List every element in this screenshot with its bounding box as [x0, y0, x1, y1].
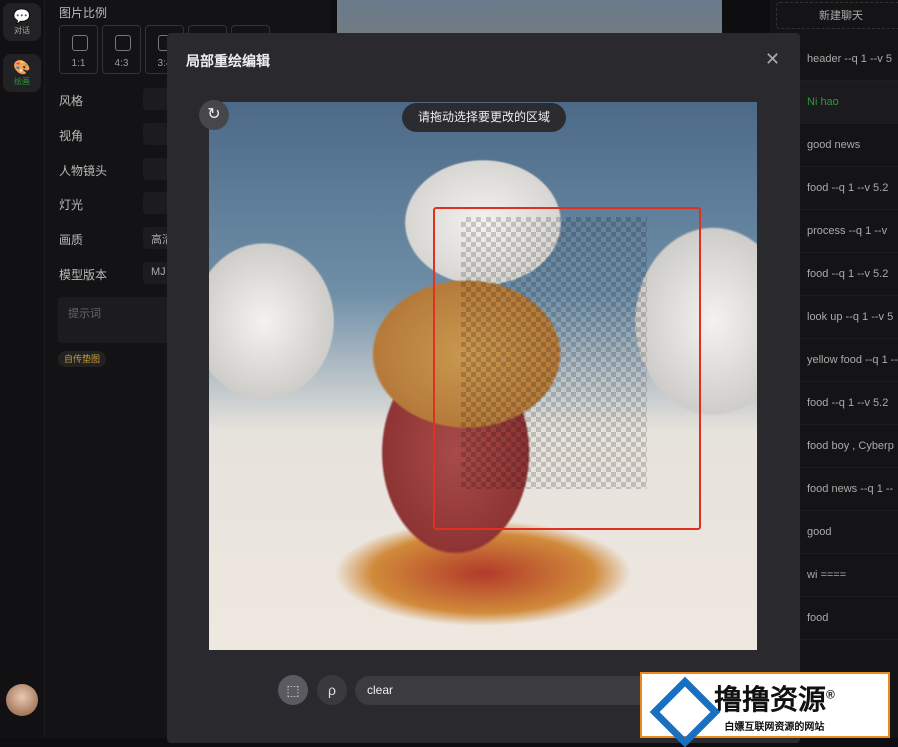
history-item[interactable]: good	[800, 511, 898, 554]
history-item[interactable]: wi ====	[800, 554, 898, 597]
history-item[interactable]: food news --q 1 --	[800, 468, 898, 511]
chat-nav[interactable]: 💬 对话	[3, 3, 41, 41]
history-item[interactable]: process --q 1 --v	[800, 210, 898, 253]
upload-label: 自传垫图	[64, 354, 101, 364]
upload-button[interactable]: 自传垫图	[58, 351, 107, 367]
ratio-label: 图片比例	[59, 6, 108, 20]
prompt-field[interactable]: clear	[355, 676, 655, 705]
chat-bubble-icon: 💬	[13, 8, 31, 24]
selection-rectangle[interactable]	[433, 207, 701, 530]
angle-label: 视角	[59, 129, 84, 143]
hint-pill: 请拖动选择要更改的区域	[402, 103, 566, 132]
history-item[interactable]: food --q 1 --v 5.2	[800, 382, 898, 425]
history-item[interactable]: food	[800, 597, 898, 640]
history-item[interactable]: header --q 1 --v 5	[800, 38, 898, 81]
model-label: 模型版本	[59, 268, 108, 282]
history-item[interactable]: good news	[800, 124, 898, 167]
history-item[interactable]: food boy , Cyberp	[800, 425, 898, 468]
rect-select-icon[interactable]: ⬚	[278, 675, 308, 705]
inpaint-modal: 局部重绘编辑 ✕ ↻ 请拖动选择要更改的区域 ⬚ ρ clear	[167, 33, 800, 743]
modal-title: 局部重绘编辑	[186, 53, 270, 69]
ratio-option[interactable]: 1:1	[59, 25, 98, 74]
lasso-icon[interactable]: ρ	[317, 675, 347, 705]
history-item[interactable]: Ni hao	[800, 81, 898, 124]
watermark-subtitle: 白嫖互联网资源的网站	[724, 721, 825, 733]
watermark-title: 撸撸资源®	[714, 683, 835, 715]
watermark-logo: 撸撸资源® 白嫖互联网资源的网站	[640, 672, 890, 738]
history-item[interactable]: yellow food --q 1 --	[800, 339, 898, 382]
draw-label: 绘画	[14, 77, 30, 86]
chat-label: 对话	[14, 26, 30, 35]
palette-icon: 🎨	[13, 59, 31, 75]
reset-icon[interactable]: ↻	[199, 100, 229, 130]
history-item[interactable]: look up --q 1 --v 5	[800, 296, 898, 339]
quality-label: 画质	[59, 233, 84, 247]
new-chat-button[interactable]: 新建聊天	[776, 2, 898, 29]
history-item[interactable]: food --q 1 --v 5.2	[800, 167, 898, 210]
watermark-emblem	[648, 675, 708, 735]
avatar[interactable]	[6, 684, 38, 716]
ratio-option[interactable]: 4:3	[102, 25, 141, 74]
style-label: 风格	[59, 94, 84, 108]
draw-nav[interactable]: 🎨 绘画	[3, 54, 41, 92]
icon-rail: 💬 对话 🎨 绘画	[0, 0, 45, 738]
shot-label: 人物镜头	[59, 164, 108, 178]
history-item[interactable]: food --q 1 --v 5.2	[800, 253, 898, 296]
edit-image-canvas[interactable]	[209, 102, 757, 650]
close-icon[interactable]: ✕	[765, 49, 780, 70]
light-label: 灯光	[59, 198, 84, 212]
